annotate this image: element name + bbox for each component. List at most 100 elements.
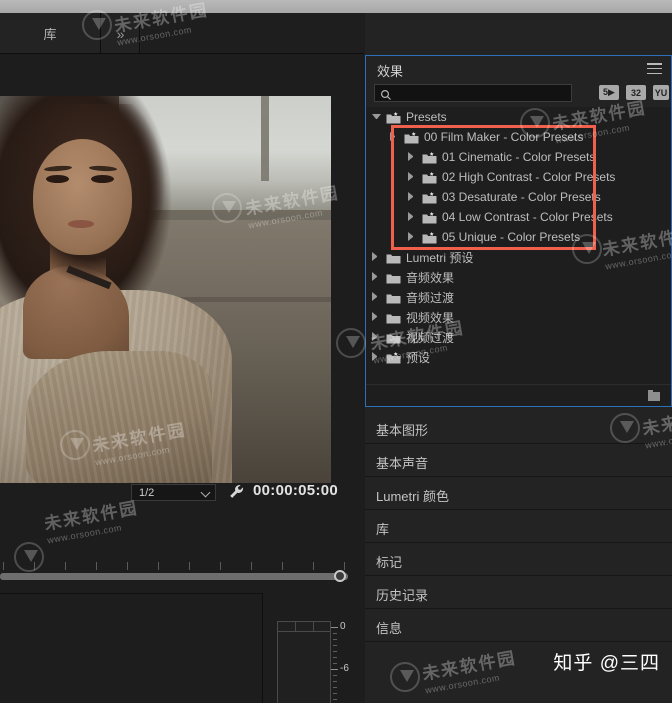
effects-tree-label: 视频过渡 <box>406 330 455 345</box>
scrubber-handle[interactable] <box>334 570 346 582</box>
effects-tree-row[interactable]: Lumetri 预设 <box>366 247 671 267</box>
collapsed-panel-row[interactable]: 基本图形 <box>365 411 672 444</box>
effects-tree-label: 04 Low Contrast - Color Presets <box>442 210 613 224</box>
collapsed-panel-row[interactable]: 库 <box>365 510 672 543</box>
delete-custom-item-icon[interactable] <box>647 389 661 402</box>
star-folder-icon <box>422 151 437 164</box>
audio-meter-header <box>278 622 330 632</box>
effects-tree-label: 视频效果 <box>406 310 455 325</box>
32bit-color-filter[interactable]: 32 <box>626 85 646 100</box>
effects-panel[interactable]: 效果 5▶ 32 YU Presets 00 Film Maker - Colo… <box>365 55 672 407</box>
chevron-right-icon[interactable] <box>372 332 381 341</box>
effects-tree[interactable]: Presets 00 Film Maker - Color Presets 01 C… <box>366 107 671 406</box>
chevron-right-icon[interactable] <box>408 172 417 181</box>
effects-tree-row[interactable]: 05 Unique - Color Presets <box>366 227 671 247</box>
collapsed-panel-row[interactable]: 基本声音 <box>365 444 672 477</box>
collapsed-panel-label: 历史记录 <box>376 588 429 603</box>
chevron-down-icon <box>200 487 211 498</box>
audio-meter-scale: 0 -6 -12 <box>331 621 364 703</box>
effects-tree-row[interactable]: 03 Desaturate - Color Presets <box>366 187 671 207</box>
chevron-right-icon[interactable] <box>408 192 417 201</box>
effects-tree-label: 03 Desaturate - Color Presets <box>442 190 601 204</box>
tab-library-label: 库 <box>43 27 57 42</box>
collapsed-panel-row[interactable]: Lumetri 颜色 <box>365 477 672 510</box>
collapsed-panel-row[interactable]: 标记 <box>365 543 672 576</box>
right-panel-column: 效果 5▶ 32 YU Presets 00 Film Maker - Colo… <box>365 13 672 703</box>
playback-resolution-select[interactable]: 1/2 <box>131 484 216 501</box>
effects-search-row: 5▶ 32 YU <box>366 82 671 107</box>
effects-tree-row[interactable]: 音频过渡 <box>366 287 671 307</box>
chevron-right-icon[interactable] <box>408 212 417 221</box>
hamburger-menu-icon[interactable] <box>647 63 662 75</box>
effects-tree-label: 预设 <box>406 350 431 365</box>
meter-label-minus6: -6 <box>340 663 349 674</box>
tab-overflow-label: » <box>116 25 125 42</box>
yuv-effect-filter-label: YU <box>654 87 668 98</box>
collapsed-panel-label: 基本声音 <box>376 456 429 471</box>
tab-overflow-button[interactable]: » <box>102 13 140 54</box>
collapsed-panel-row[interactable]: 信息 <box>365 609 672 642</box>
monitor-tab-bar: 库 » <box>0 13 364 55</box>
settings-wrench-icon[interactable] <box>228 483 246 501</box>
premiere-pro-window: 库 » 1/2 00:00:05:00 0 -6 效果 5▶ 32 YU Pre… <box>0 0 672 703</box>
chevron-right-icon[interactable] <box>372 252 381 261</box>
effects-tree-label: Presets <box>406 110 447 124</box>
plain-folder-icon <box>386 251 401 264</box>
preview-vignette <box>0 96 331 483</box>
search-input[interactable] <box>397 87 567 101</box>
effects-tree-label: 00 Film Maker - Color Presets <box>424 130 584 144</box>
video-preview-image[interactable] <box>0 96 331 483</box>
effects-tree-label: Lumetri 预设 <box>406 250 474 265</box>
effects-tree-row[interactable]: 视频过渡 <box>366 327 671 347</box>
timeline-panel[interactable]: 00:00:10:00 <box>0 593 262 703</box>
yuv-effect-filter[interactable]: YU <box>653 85 669 100</box>
collapsed-panel-label: 信息 <box>376 621 403 636</box>
chevron-right-icon[interactable] <box>390 132 399 141</box>
effects-search-box[interactable] <box>374 84 572 102</box>
star-folder-icon <box>422 191 437 204</box>
star-folder-icon <box>404 131 419 144</box>
credit-watermark: 知乎 @三四 <box>553 653 660 674</box>
collapsed-panel-row[interactable]: 历史记录 <box>365 576 672 609</box>
collapsed-panel-label: Lumetri 颜色 <box>376 489 449 504</box>
chevron-down-icon[interactable] <box>372 114 381 123</box>
accelerated-effect-filter-label: 5▶ <box>603 87 615 97</box>
program-timecode[interactable]: 00:00:05:00 <box>253 482 338 499</box>
scrubber-track[interactable] <box>0 573 348 580</box>
plain-folder-icon <box>386 271 401 284</box>
effects-tree-row[interactable]: 02 High Contrast - Color Presets <box>366 167 671 187</box>
effects-tree-row[interactable]: 01 Cinematic - Color Presets <box>366 147 671 167</box>
effects-tree-row[interactable]: Presets <box>366 107 671 127</box>
effects-tree-row[interactable]: 预设 <box>366 347 671 367</box>
effects-tree-row[interactable]: 04 Low Contrast - Color Presets <box>366 207 671 227</box>
accelerated-effect-filter[interactable]: 5▶ <box>599 85 619 100</box>
monitor-scrubber[interactable] <box>0 562 364 582</box>
chevron-right-icon[interactable] <box>408 232 417 241</box>
effects-tree-label: 01 Cinematic - Color Presets <box>442 150 596 164</box>
search-icon <box>380 88 392 106</box>
scrubber-ticks <box>0 562 364 571</box>
chevron-right-icon[interactable] <box>372 352 381 361</box>
chevron-right-icon[interactable] <box>372 292 381 301</box>
effects-panel-header: 效果 <box>366 56 671 82</box>
plain-folder-icon <box>386 291 401 304</box>
audio-meters-panel[interactable]: 0 -6 -12 <box>265 593 364 703</box>
effects-tree-row[interactable]: 音频效果 <box>366 267 671 287</box>
meter-label-0: 0 <box>340 621 346 632</box>
chevron-right-icon[interactable] <box>408 152 417 161</box>
program-monitor-column: 库 » 1/2 00:00:05:00 0 -6 <box>0 13 364 703</box>
collapsed-panel-label: 基本图形 <box>376 423 429 438</box>
effects-tree-row[interactable]: 00 Film Maker - Color Presets <box>366 127 671 147</box>
chevron-right-icon[interactable] <box>372 272 381 281</box>
program-monitor[interactable]: 1/2 00:00:05:00 <box>0 54 364 619</box>
window-title-strip <box>0 0 672 13</box>
effects-tree-row[interactable]: 视频效果 <box>366 307 671 327</box>
chevron-right-icon[interactable] <box>372 312 381 321</box>
star-folder-icon <box>386 351 401 364</box>
effects-filter-buttons: 5▶ 32 YU <box>599 85 669 100</box>
playback-resolution-value: 1/2 <box>139 486 155 499</box>
tab-library[interactable]: 库 <box>0 13 101 54</box>
plain-folder-icon <box>386 311 401 324</box>
collapsed-panel-label: 标记 <box>376 555 403 570</box>
plain-folder-icon <box>386 331 401 344</box>
